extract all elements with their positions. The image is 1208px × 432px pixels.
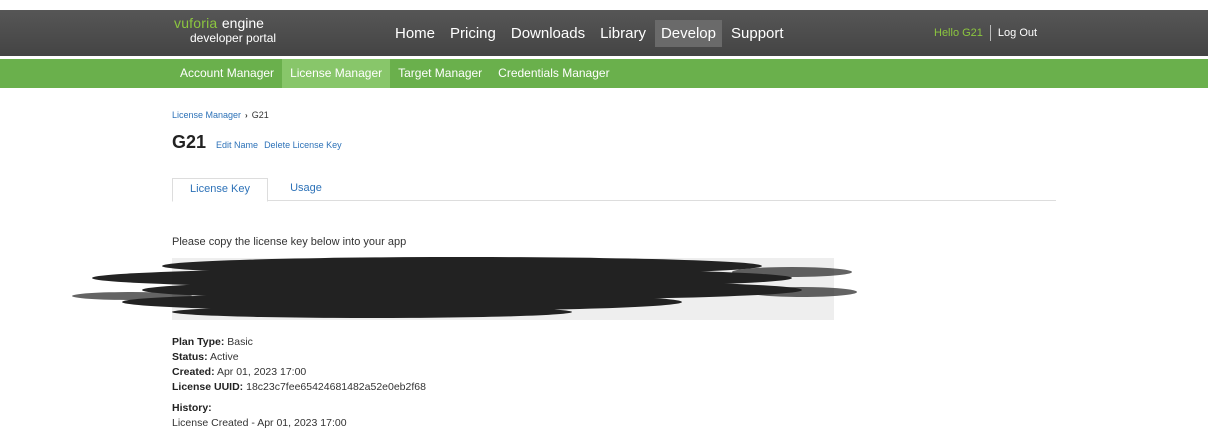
- status-label: Status:: [172, 351, 208, 363]
- subnav-license-manager[interactable]: License Manager: [282, 59, 391, 88]
- nav-home[interactable]: Home: [389, 20, 441, 47]
- user-divider: [989, 25, 991, 41]
- created-label: Created:: [172, 366, 215, 378]
- history-entry: License Created - Apr 01, 2023 17:00: [172, 417, 347, 429]
- page-title: G21: [172, 132, 207, 152]
- nav-downloads[interactable]: Downloads: [505, 20, 591, 47]
- title-row: G21 Edit Name Delete License Key: [172, 132, 348, 153]
- nav-pricing[interactable]: Pricing: [444, 20, 502, 47]
- nav-library[interactable]: Library: [594, 20, 652, 47]
- logo-subtitle: developer portal: [190, 31, 277, 45]
- copy-instruction: Please copy the license key below into y…: [172, 236, 407, 248]
- tab-license-key[interactable]: License Key: [172, 178, 268, 202]
- subnav-credentials-manager[interactable]: Credentials Manager: [490, 59, 617, 88]
- tab-bar: License Key Usage: [172, 178, 1056, 202]
- breadcrumb: License Manager › G21: [172, 110, 269, 120]
- breadcrumb-current: G21: [251, 110, 269, 120]
- status-row: Status: Active: [172, 350, 426, 365]
- top-navbar: vuforia engine developer portal Home Pri…: [0, 10, 1208, 56]
- history-heading-row: History:: [172, 401, 426, 416]
- status-value: Active: [209, 351, 239, 363]
- tab-usage[interactable]: Usage: [276, 178, 336, 199]
- created-value: Apr 01, 2023 17:00: [216, 366, 307, 378]
- nav-develop[interactable]: Develop: [654, 19, 722, 47]
- redaction-scribble: [72, 257, 857, 318]
- sub-nav: Account Manager License Manager Target M…: [172, 59, 618, 88]
- subnav-account-manager[interactable]: Account Manager: [172, 59, 282, 88]
- nav-support[interactable]: Support: [725, 20, 790, 47]
- uuid-value: 18c23c7fee65424681482a52e0eb2f68: [246, 381, 426, 393]
- logout-link[interactable]: Log Out: [998, 27, 1037, 39]
- edit-name-link[interactable]: Edit Name: [216, 140, 258, 150]
- chevron-right-icon: ›: [245, 111, 248, 120]
- breadcrumb-license-manager[interactable]: License Manager: [172, 110, 241, 120]
- plan-type-value: Basic: [227, 336, 253, 348]
- created-row: Created: Apr 01, 2023 17:00: [172, 365, 426, 380]
- uuid-row: License UUID: 18c23c7fee65424681482a52e0…: [172, 380, 426, 395]
- plan-type-label: Plan Type:: [172, 336, 225, 348]
- user-area: Hello G21 Log Out: [934, 10, 1037, 56]
- license-details: Plan Type: Basic Status: Active Created:…: [172, 335, 426, 431]
- logo-brand-text: vuforia: [174, 15, 218, 31]
- history-label: History:: [172, 402, 212, 414]
- user-greeting[interactable]: Hello G21: [934, 27, 983, 39]
- plan-type-row: Plan Type: Basic: [172, 335, 426, 350]
- main-nav: Home Pricing Downloads Library Develop S…: [389, 10, 793, 56]
- logo-engine-text: engine: [221, 15, 264, 31]
- uuid-label: License UUID:: [172, 381, 244, 393]
- sub-navbar: Account Manager License Manager Target M…: [0, 59, 1208, 88]
- subnav-target-manager[interactable]: Target Manager: [390, 59, 490, 88]
- vuforia-logo[interactable]: vuforia engine developer portal: [174, 15, 277, 45]
- delete-license-key-link[interactable]: Delete License Key: [264, 140, 342, 150]
